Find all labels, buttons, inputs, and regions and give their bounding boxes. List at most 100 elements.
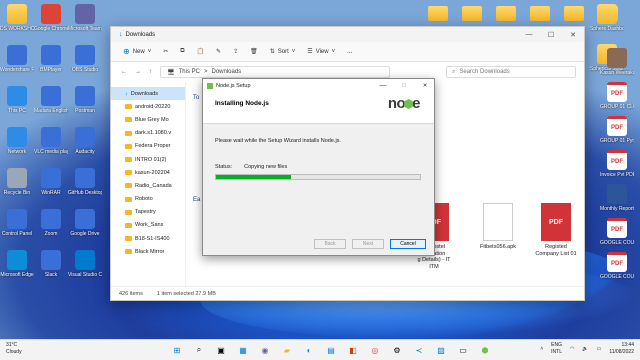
- share-icon[interactable]: ⇪: [233, 48, 238, 55]
- next-button[interactable]: Next: [352, 239, 384, 249]
- copy-icon[interactable]: ⧉: [180, 48, 184, 55]
- nav-item[interactable]: Federa Proper: [111, 140, 185, 153]
- nav-item[interactable]: Blue Grey Mo: [111, 113, 185, 126]
- clock[interactable]: 13:44 11/08/2022: [609, 342, 634, 356]
- sort-button[interactable]: ⇅ Sort ˅: [270, 48, 296, 56]
- desktop-icon[interactable]: Microsoft Edge: [0, 250, 34, 278]
- desktop-icon[interactable]: PDF Invoice Pvt PDF: [600, 150, 634, 178]
- chat-icon[interactable]: ◉: [258, 343, 272, 357]
- close-button[interactable]: ✕: [562, 31, 584, 39]
- file-item[interactable]: Fitbets056.apk: [469, 203, 527, 251]
- nav-item[interactable]: dark.s1.1080.v: [111, 127, 185, 140]
- vscode-icon[interactable]: ≺: [412, 343, 426, 357]
- desktop-icon[interactable]: Google Drive: [68, 209, 102, 237]
- paste-icon[interactable]: 📋: [197, 48, 204, 55]
- view-button[interactable]: ☰ View ˅: [307, 48, 335, 56]
- new-button[interactable]: ⊕ New ˅: [123, 47, 151, 56]
- desktop-icon[interactable]: Google Chrome: [34, 4, 68, 32]
- desktop-icon[interactable]: Wondershare Filmora11: [0, 45, 34, 73]
- nav-item[interactable]: Black Mirror: [111, 245, 185, 258]
- back-button[interactable]: Back: [314, 239, 346, 249]
- start-icon[interactable]: ⊞: [170, 343, 184, 357]
- nav-item[interactable]: Work_Sans: [111, 219, 185, 232]
- wifi-icon[interactable]: ◠: [570, 346, 574, 352]
- nav-item[interactable]: INTRO 01(2): [111, 153, 185, 166]
- desktop-icon[interactable]: Recycle Bin: [0, 168, 34, 196]
- desktop-icon[interactable]: OBS Studio: [68, 45, 102, 73]
- file-explorer-icon[interactable]: ▰: [280, 343, 294, 357]
- language-indicator[interactable]: ENG INTL: [551, 342, 562, 356]
- crumb-this-pc[interactable]: This PC: [179, 69, 200, 75]
- photos-icon[interactable]: ▧: [434, 343, 448, 357]
- folder-icon[interactable]: [530, 6, 550, 21]
- desktop-icon[interactable]: Audacity: [68, 127, 102, 155]
- back-arrow-icon[interactable]: ←: [121, 69, 127, 75]
- minimize-button[interactable]: —: [374, 82, 392, 89]
- desktop-icon[interactable]: Kasun Weerakoon: [600, 48, 634, 76]
- store-icon[interactable]: ▤: [324, 343, 338, 357]
- settings-icon[interactable]: ⚙: [390, 343, 404, 357]
- app-icon: [41, 168, 61, 188]
- desktop-icon[interactable]: PDF GOOGLE COURSES 2: [600, 252, 634, 280]
- volume-icon[interactable]: 🔈: [582, 346, 588, 352]
- nav-item[interactable]: B18-S1-IS400: [111, 232, 185, 245]
- desktop-icon[interactable]: Microsoft Teams (free): [68, 4, 102, 32]
- folder-icon: [125, 157, 132, 163]
- weather-widget[interactable]: 31°C Cloudy: [6, 342, 22, 356]
- folder-icon[interactable]: [564, 6, 584, 21]
- nav-item[interactable]: kasun-202204: [111, 166, 185, 179]
- search-input[interactable]: ⌕ Search Downloads: [446, 66, 576, 78]
- nav-item[interactable]: Tapestry: [111, 206, 185, 219]
- nav-item[interactable]: Radio_Canada: [111, 179, 185, 192]
- nav-item[interactable]: ↓ Downloads: [111, 87, 185, 101]
- task-view-icon[interactable]: ▣: [214, 343, 228, 357]
- desktop-icon[interactable]: VLC media player: [34, 127, 68, 155]
- desktop-icon[interactable]: PDF GROUP 01 CLOUD INCUBATOR: [600, 82, 634, 110]
- maximize-button[interactable]: ☐: [395, 83, 413, 89]
- up-arrow-icon[interactable]: ↑: [149, 69, 152, 75]
- more-button[interactable]: ...: [347, 49, 352, 55]
- desktop-icon[interactable]: Control Panel: [0, 209, 34, 237]
- desktop-icon[interactable]: Network: [0, 127, 34, 155]
- app-icon: [41, 86, 61, 106]
- nav-item[interactable]: android-20220: [111, 100, 185, 113]
- crumb-downloads[interactable]: Downloads: [211, 69, 241, 75]
- desktop-icon[interactable]: Madura English-Sinhala Dictionary: [34, 86, 68, 114]
- file-item[interactable]: PDF Registed Company List 01: [527, 203, 585, 257]
- close-button[interactable]: ✕: [416, 83, 434, 89]
- office-icon[interactable]: ◧: [346, 343, 360, 357]
- desktop-icon[interactable]: Postman: [68, 86, 102, 114]
- cut-icon[interactable]: ✂: [163, 48, 168, 55]
- terminal-icon[interactable]: ▭: [456, 343, 470, 357]
- chrome-icon[interactable]: ◎: [368, 343, 382, 357]
- rename-icon[interactable]: ✎: [216, 48, 221, 55]
- desktop-icon[interactable]: Zoom: [34, 209, 68, 237]
- folder-icon[interactable]: [462, 6, 482, 21]
- desktop-icon[interactable]: Slack: [34, 250, 68, 278]
- desktop-icon[interactable]: Visual Studio Code: [68, 250, 102, 278]
- nav-item[interactable]: Roboto: [111, 193, 185, 206]
- desktop-icon[interactable]: WinRAR: [34, 168, 68, 196]
- desktop-icon[interactable]: BMPlayer: [34, 45, 68, 73]
- desktop-icon[interactable]: DS WORKSHOP: [0, 4, 34, 32]
- chevron-up-icon[interactable]: ˄: [540, 346, 543, 352]
- widgets-icon[interactable]: ▦: [236, 343, 250, 357]
- desktop-icon[interactable]: Sphere Dashboard: [590, 4, 624, 32]
- installer-taskbar-icon[interactable]: ⬢: [478, 343, 492, 357]
- edge-icon[interactable]: ◐: [302, 343, 316, 357]
- minimize-button[interactable]: —: [518, 31, 540, 39]
- search-icon[interactable]: ⌕: [192, 343, 206, 357]
- forward-arrow-icon[interactable]: →: [135, 69, 141, 75]
- desktop-icon[interactable]: PDF GOOGLE COURSES: [600, 218, 634, 246]
- address-bar[interactable]: 🖥 This PC > Downloads: [160, 66, 390, 78]
- battery-icon[interactable]: ▭: [597, 346, 602, 352]
- folder-icon[interactable]: [428, 6, 448, 21]
- desktop-icon[interactable]: GitHub Desktop: [68, 168, 102, 196]
- desktop-icon[interactable]: Monthly Report: [600, 184, 634, 212]
- maximize-button[interactable]: ☐: [540, 31, 562, 39]
- desktop-icon[interactable]: PDF GROUP 01 Python Eng: [600, 116, 634, 144]
- cancel-button[interactable]: Cancel: [390, 239, 426, 249]
- folder-icon[interactable]: [496, 6, 516, 21]
- desktop-icon[interactable]: This PC: [0, 86, 34, 114]
- delete-icon[interactable]: 🗑: [250, 48, 258, 55]
